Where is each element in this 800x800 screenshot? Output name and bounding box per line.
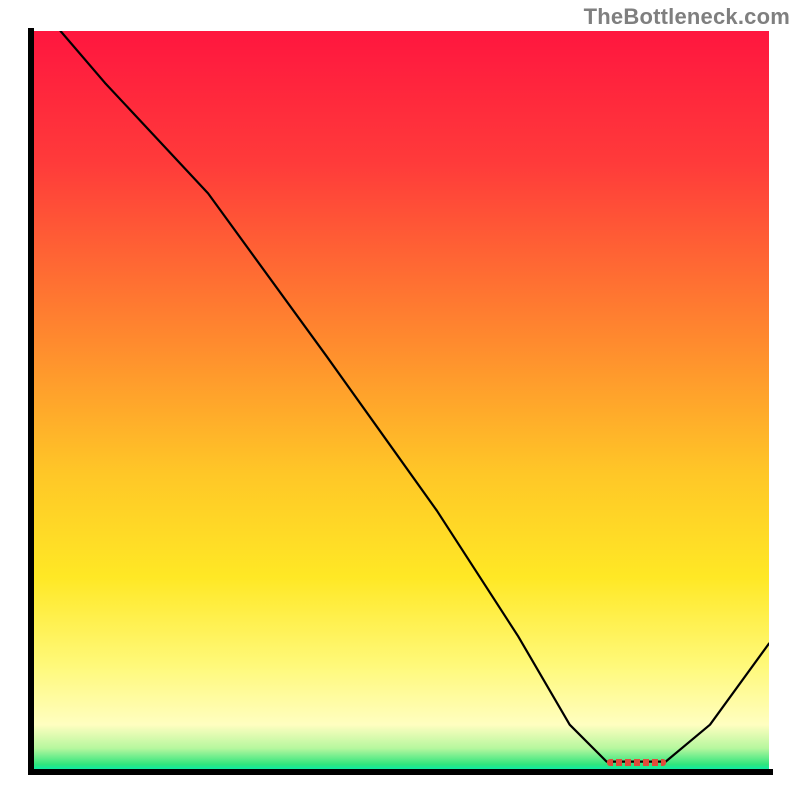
chart-container: TheBottleneck.com — [0, 0, 800, 800]
curve-line — [31, 31, 769, 769]
watermark-text: TheBottleneck.com — [584, 4, 790, 30]
optimum-marker — [607, 759, 666, 766]
y-axis — [28, 28, 34, 775]
x-axis — [28, 769, 773, 775]
